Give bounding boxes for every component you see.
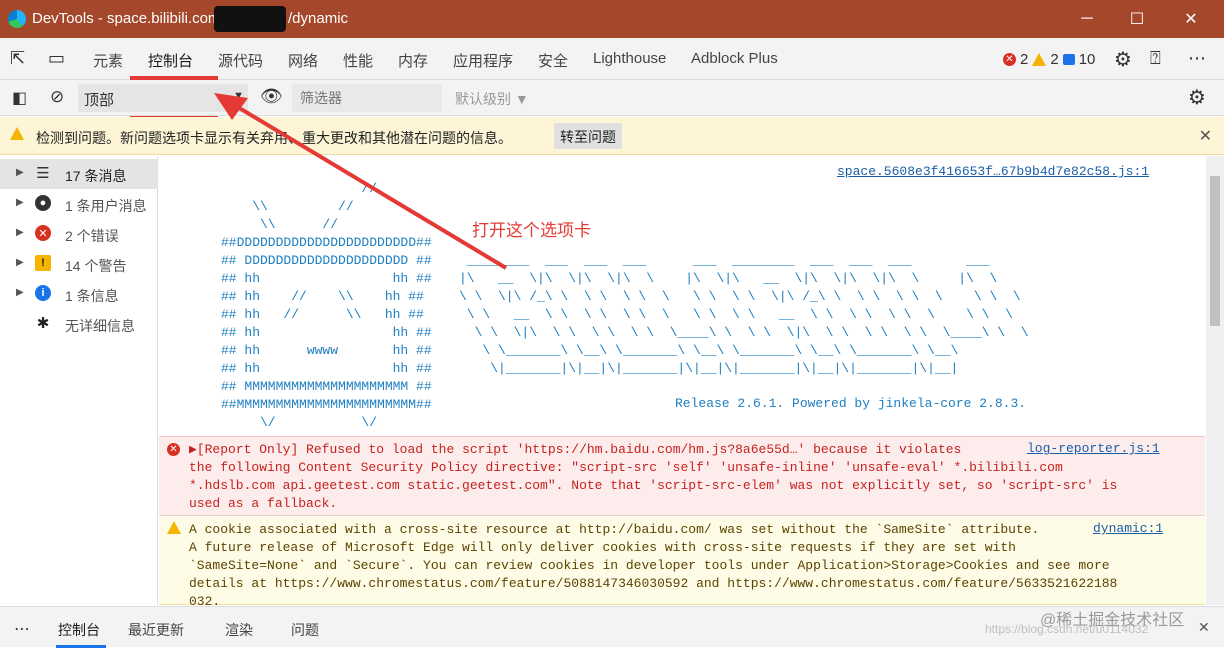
tab-sources[interactable]: 源代码: [218, 50, 263, 71]
edge-logo-icon: [8, 10, 26, 28]
drawer-tab-issues[interactable]: 问题: [291, 620, 319, 640]
console-error-message[interactable]: ✕ ▶[Report Only] Refused to load the scr…: [159, 436, 1205, 516]
window-titlebar: DevTools - space.bilibili.com/ /dynamic …: [0, 0, 1224, 38]
tab-network[interactable]: 网络: [288, 50, 318, 71]
issues-banner: 检测到问题。新问题选项卡显示有关弃用、重大更改和其他潜在问题的信息。 转至问题 …: [0, 117, 1224, 155]
warning-icon: [167, 521, 181, 537]
sidebar-item-messages[interactable]: ▶ ☰ 17 条消息: [0, 159, 158, 189]
close-window-button[interactable]: ✕: [1166, 0, 1216, 38]
warning-icon: !: [35, 255, 51, 271]
sidebar-item-warnings[interactable]: ▶ ! 14 个警告: [0, 249, 158, 279]
sidebar-item-verbose[interactable]: ✱ 无详细信息: [0, 309, 158, 339]
window-title: DevTools - space.bilibili.com/: [32, 10, 225, 27]
source-link[interactable]: space.5608e3f416653f…67b9b4d7e82c58.js:1: [837, 164, 1149, 179]
error-message-text: ▶[Report Only] Refused to load the scrip…: [189, 442, 1118, 511]
live-expression-eye-icon[interactable]: 👁: [260, 86, 283, 107]
expand-arrow-icon: ▶: [16, 167, 24, 178]
error-count: 2: [1020, 51, 1029, 68]
error-source-link[interactable]: log-reporter.js:1: [1027, 441, 1160, 456]
close-drawer-icon[interactable]: ✕: [1198, 619, 1210, 636]
expand-arrow-icon: ▶: [16, 287, 24, 298]
warning-count: 2: [1050, 51, 1059, 68]
user-icon: ●: [35, 195, 51, 211]
message-count: 10: [1078, 51, 1096, 68]
console-settings-gear-icon[interactable]: ⚙: [1188, 85, 1206, 110]
drawer-tab-whats-new[interactable]: 最近更新: [128, 620, 184, 640]
caret-down-icon: ▼: [233, 90, 244, 102]
ascii-art-banner: ________ ___ ___ ___ ___ ________ ___ __…: [459, 253, 1029, 376]
context-select[interactable]: 顶部 ▼: [78, 84, 248, 112]
sidebar-item-user-messages[interactable]: ▶ ● 1 条用户消息: [0, 189, 158, 219]
sidebar-item-label: 2 个错误: [65, 228, 119, 244]
warning-icon: [10, 127, 24, 143]
message-count-icon: [1062, 54, 1075, 65]
tab-security[interactable]: 安全: [538, 50, 568, 71]
context-select-value: 顶部: [84, 92, 115, 109]
tab-memory[interactable]: 内存: [398, 50, 428, 71]
clear-console-icon[interactable]: ⊘: [50, 87, 64, 107]
annotation-text: 打开这个选项卡: [472, 221, 591, 240]
devtools-tabbar: ⇱ ▭ 元素 控制台 源代码 网络 性能 内存 应用程序 安全 Lighthou…: [0, 38, 1224, 118]
error-count-icon: ✕: [1003, 53, 1016, 66]
window-title-suffix: /dynamic: [288, 10, 349, 27]
inspect-element-icon[interactable]: ⇱: [10, 48, 25, 69]
warning-message-text: A cookie associated with a cross-site re…: [189, 522, 1118, 605]
error-icon: ✕: [35, 225, 51, 241]
minimize-button[interactable]: ─: [1062, 0, 1112, 38]
console-sidebar: ▶ ☰ 17 条消息 ▶ ● 1 条用户消息 ▶ ✕ 2 个错误 ▶ ! 14 …: [0, 156, 158, 605]
bug-icon: ✱: [36, 315, 50, 332]
warning-source-link[interactable]: dynamic:1: [1093, 521, 1164, 536]
tab-lighthouse[interactable]: Lighthouse: [593, 50, 666, 67]
error-icon: ✕: [167, 443, 180, 456]
warning-count-icon: [1032, 53, 1047, 66]
device-toolbar-icon[interactable]: ▭: [48, 48, 65, 69]
go-to-issues-button[interactable]: 转至问题: [554, 123, 622, 149]
ascii-art-logo: // \\ // \\ // ##DDDDDDDDDDDDDDDDDDDDDDD…: [221, 181, 432, 430]
feedback-icon[interactable]: ⍰: [1150, 48, 1161, 69]
expand-arrow-icon: ▶: [16, 197, 24, 208]
release-text: Release 2.6.1. Powered by jinkela-core 2…: [675, 396, 1027, 411]
sidebar-item-label: 17 条消息: [65, 168, 127, 184]
settings-gear-icon[interactable]: ⚙: [1114, 47, 1132, 72]
drawer-more-icon[interactable]: ⋯: [14, 619, 30, 639]
sidebar-toggle-icon[interactable]: ◧: [12, 88, 27, 108]
sidebar-item-errors[interactable]: ▶ ✕ 2 个错误: [0, 219, 158, 249]
maximize-button[interactable]: ☐: [1112, 0, 1162, 38]
filter-input[interactable]: [292, 84, 442, 112]
drawer-tab-console[interactable]: 控制台: [58, 620, 100, 640]
info-icon: i: [35, 285, 51, 301]
tab-application[interactable]: 应用程序: [453, 50, 513, 71]
log-level-select[interactable]: 默认级别 ▼: [455, 89, 529, 109]
sidebar-item-label: 1 条信息: [65, 288, 119, 304]
tab-performance[interactable]: 性能: [343, 50, 373, 71]
console-toolbar: ◧ ⊘ 顶部 ▼ 👁 默认级别 ▼ ⚙: [0, 80, 1224, 116]
sidebar-item-label: 1 条用户消息: [65, 198, 147, 214]
banner-text: 检测到问题。新问题选项卡显示有关弃用、重大更改和其他潜在问题的信息。: [36, 130, 512, 146]
redacted-region: [214, 6, 286, 32]
sidebar-item-label: 14 个警告: [65, 258, 127, 274]
sidebar-item-label: 无详细信息: [65, 318, 135, 334]
tab-adblock-plus[interactable]: Adblock Plus: [691, 50, 778, 67]
tab-elements[interactable]: 元素: [93, 50, 123, 71]
console-scrollbar[interactable]: [1206, 156, 1224, 605]
drawer-tab-rendering[interactable]: 渲染: [225, 620, 253, 640]
more-options-icon[interactable]: ⋯: [1188, 48, 1206, 69]
expand-arrow-icon: ▶: [16, 227, 24, 238]
tab-console[interactable]: 控制台: [148, 50, 193, 71]
sidebar-item-info[interactable]: ▶ i 1 条信息: [0, 279, 158, 309]
watermark-text: @稀土掘金技术社区: [1040, 612, 1185, 629]
list-icon: ☰: [36, 165, 50, 182]
issue-counter[interactable]: ✕ 2 2 10: [1003, 51, 1095, 68]
console-output[interactable]: space.5608e3f416653f…67b9b4d7e82c58.js:1…: [159, 156, 1205, 605]
expand-arrow-icon: ▶: [16, 257, 24, 268]
console-warning-message[interactable]: A cookie associated with a cross-site re…: [159, 517, 1205, 605]
close-banner-icon[interactable]: ✕: [1199, 126, 1212, 146]
scrollbar-thumb[interactable]: [1210, 176, 1220, 326]
